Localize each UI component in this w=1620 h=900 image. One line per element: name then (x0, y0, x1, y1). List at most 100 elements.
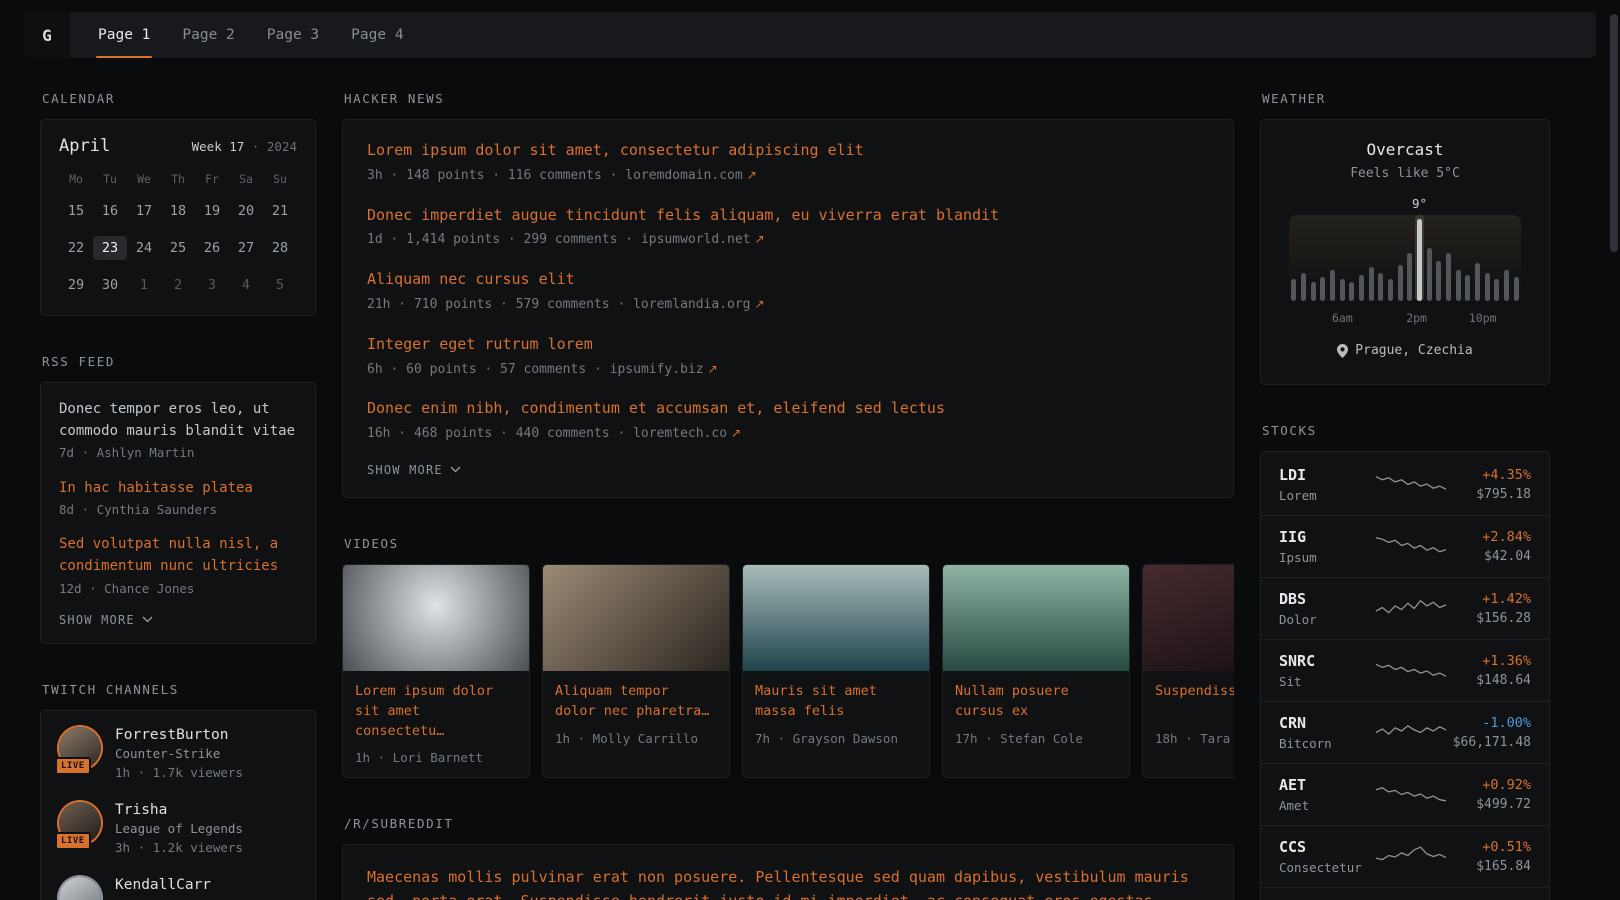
channel-name[interactable]: Trisha (115, 802, 243, 818)
hn-show-more-button[interactable]: SHOW MORE (367, 463, 461, 477)
calendar-day-header: Th (161, 172, 195, 186)
stock-change: -1.00% (1447, 715, 1531, 731)
rss-item: Donec tempor eros leo, ut commodo mauris… (59, 399, 297, 463)
stock-identity: AET Amet (1279, 776, 1375, 813)
hacker-news-list: Lorem ipsum dolor sit amet, consectetur … (367, 140, 1209, 444)
stock-row[interactable]: CCS Consectetur +0.51% $165.84 (1261, 825, 1549, 887)
calendar-day-cell: 28 (263, 236, 297, 260)
channel-name[interactable]: ForrestBurton (115, 727, 243, 743)
twitch-channel-row[interactable]: LIVE KendallCarr (59, 877, 297, 900)
hn-item-domain-link[interactable]: loremlandia.org (633, 297, 750, 312)
external-link-icon: ↗ (708, 362, 718, 376)
page-tab[interactable]: Page 2 (180, 12, 236, 58)
weather-bar-column (1318, 215, 1328, 301)
hacker-news-item: Lorem ipsum dolor sit amet, consectetur … (367, 140, 1209, 186)
twitch-card: LIVE ForrestBurton Counter-Strike 1h · 1… (40, 710, 316, 900)
videos-widget: VIDEOS Lorem ipsum dolor sit amet consec… (342, 536, 1234, 778)
twitch-channel-row[interactable]: LIVE Trisha League of Legends 3h · 1.2k … (59, 802, 297, 857)
app-logo[interactable]: G (24, 12, 70, 58)
stock-name: Ipsum (1279, 550, 1375, 565)
video-title-link[interactable]: Lorem ipsum dolor sit amet consectetu… (343, 671, 529, 742)
hn-item-meta: 3h · 148 points · 116 comments · loremdo… (367, 167, 1209, 186)
stock-row[interactable]: AHS +0.46% (1261, 887, 1549, 900)
rss-show-more-button[interactable]: SHOW MORE (59, 613, 153, 627)
stock-name: Lorem (1279, 488, 1375, 503)
stock-row[interactable]: AET Amet +0.92% $499.72 (1261, 763, 1549, 825)
weather-bar (1475, 263, 1480, 301)
page-tab[interactable]: Page 4 (349, 12, 405, 58)
weather-bar-column (1395, 215, 1405, 301)
stock-change: +1.42% (1447, 591, 1531, 607)
stock-row[interactable]: CRN Bitcorn -1.00% $66,171.48 (1261, 701, 1549, 763)
weather-bar (1388, 279, 1393, 301)
weather-bar (1436, 261, 1441, 301)
subreddit-widget: /R/SUBREDDIT Maecenas mollis pulvinar er… (342, 816, 1234, 900)
weather-bar-column (1376, 215, 1386, 301)
stock-row[interactable]: IIG Ipsum +2.84% $42.04 (1261, 515, 1549, 577)
video-title-link[interactable]: Suspendisse diam (1143, 671, 1234, 723)
hn-item-link[interactable]: Lorem ipsum dolor sit amet, consectetur … (367, 140, 1209, 162)
weather-bar (1494, 279, 1499, 301)
hn-item-link[interactable]: Donec imperdiet augue tincidunt felis al… (367, 205, 1209, 227)
channel-name[interactable]: KendallCarr (115, 877, 211, 893)
stock-sparkline (1375, 593, 1447, 623)
video-title-link[interactable]: Aliquam tempor dolor nec pharetra… (543, 671, 729, 723)
calendar-day-cell: 18 (161, 199, 195, 223)
stock-symbol: LDI (1279, 466, 1375, 484)
rss-item-link[interactable]: In hac habitasse platea (59, 478, 297, 500)
reddit-post-link[interactable]: Maecenas mollis pulvinar erat non posuer… (367, 865, 1209, 900)
stocks-widget: STOCKS LDI Lorem +4.35% $795.18 (1260, 423, 1550, 900)
stock-values: +1.36% $148.64 (1447, 653, 1531, 688)
left-column: CALENDAR April Week 17 · 2024 MoTuWeThFr… (40, 91, 316, 900)
rss-card: Donec tempor eros leo, ut commodo mauris… (40, 382, 316, 644)
stock-row[interactable]: SNRC Sit +1.36% $148.64 (1261, 639, 1549, 701)
video-card[interactable]: Nullam posuere cursus ex 17h · Stefan Co… (942, 564, 1130, 778)
stock-row[interactable]: DBS Dolor +1.42% $156.28 (1261, 577, 1549, 639)
weather-chart: 9° (1289, 215, 1521, 301)
page-tabs: Page 1 Page 2 Page 3 Page 4 (96, 12, 406, 58)
page-scrollbar[interactable] (1610, 14, 1618, 252)
page-tab[interactable]: Page 3 (265, 12, 321, 58)
video-card[interactable]: Mauris sit amet massa felis 7h · Grayson… (742, 564, 930, 778)
video-title-link[interactable]: Mauris sit amet massa felis (743, 671, 929, 723)
rss-list: Donec tempor eros leo, ut commodo mauris… (59, 399, 297, 598)
calendar-day-cell: 19 (195, 199, 229, 223)
channel-info: ForrestBurton Counter-Strike 1h · 1.7k v… (115, 727, 243, 782)
weather-bar-column (1347, 215, 1357, 301)
stock-symbol: CRN (1279, 714, 1375, 732)
hn-item-domain-link[interactable]: loremtech.co (633, 426, 727, 441)
calendar-widget: CALENDAR April Week 17 · 2024 MoTuWeThFr… (40, 91, 316, 316)
video-title-link[interactable]: Nullam posuere cursus ex (943, 671, 1129, 723)
hn-item-link[interactable]: Donec enim nibh, condimentum et accumsan… (367, 398, 1209, 420)
hn-item-link[interactable]: Aliquam nec cursus elit (367, 269, 1209, 291)
stock-values: +0.51% $165.84 (1447, 839, 1531, 874)
stock-identity: CCS Consectetur (1279, 838, 1375, 875)
external-link-icon: ↗ (755, 232, 765, 246)
location-pin-icon (1337, 344, 1348, 358)
rss-item-link[interactable]: Donec tempor eros leo, ut commodo mauris… (59, 399, 297, 442)
hn-item-domain-link[interactable]: ipsumify.biz (610, 362, 704, 377)
channel-game: League of Legends (115, 821, 243, 836)
stock-identity: CRN Bitcorn (1279, 714, 1375, 751)
calendar-day-cell: 21 (263, 199, 297, 223)
stock-change: +1.36% (1447, 653, 1531, 669)
weather-bar-column (1405, 215, 1415, 301)
stock-change: +0.51% (1447, 839, 1531, 855)
hn-item-domain-link[interactable]: ipsumworld.net (641, 232, 751, 247)
twitch-widget-title: TWITCH CHANNELS (42, 682, 316, 697)
video-card[interactable]: Aliquam tempor dolor nec pharetra… 1h · … (542, 564, 730, 778)
dashboard-main: CALENDAR April Week 17 · 2024 MoTuWeThFr… (0, 58, 1620, 900)
hn-item-link[interactable]: Integer eget rutrum lorem (367, 334, 1209, 356)
weather-feels-like: Feels like 5°C (1281, 166, 1529, 181)
calendar-day-cell: 26 (195, 236, 229, 260)
page-tab[interactable]: Page 1 (96, 12, 152, 58)
calendar-week-label: Week 17 (192, 139, 245, 154)
video-card[interactable]: Suspendisse diam 18h · Tara (1142, 564, 1234, 778)
twitch-channel-row[interactable]: LIVE ForrestBurton Counter-Strike 1h · 1… (59, 727, 297, 782)
rss-item-link[interactable]: Sed volutpat nulla nisl, a condimentum n… (59, 534, 297, 577)
video-card[interactable]: Lorem ipsum dolor sit amet consectetu… 1… (342, 564, 530, 778)
weather-bar (1330, 270, 1335, 301)
stock-row[interactable]: LDI Lorem +4.35% $795.18 (1261, 454, 1549, 515)
hacker-news-card: Lorem ipsum dolor sit amet, consectetur … (342, 119, 1234, 498)
hn-item-domain-link[interactable]: loremdomain.com (625, 168, 742, 183)
